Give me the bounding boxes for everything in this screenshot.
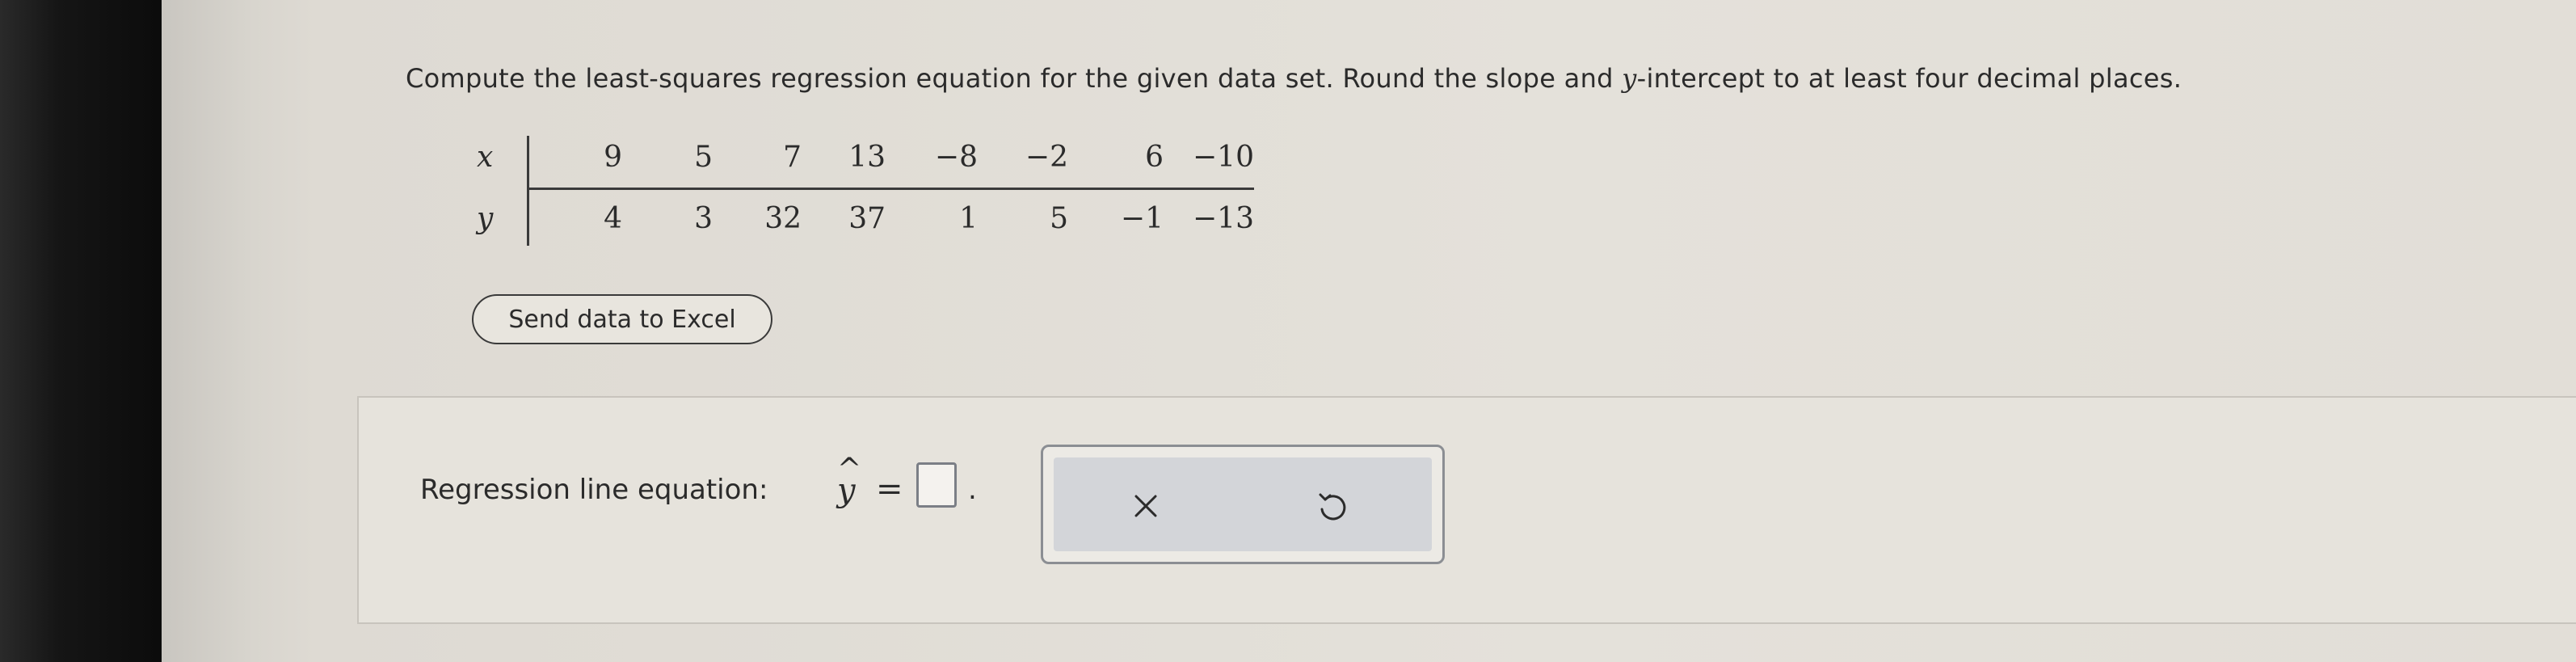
monitor-bezel bbox=[0, 0, 170, 662]
x-value: 5 bbox=[694, 141, 713, 174]
x-value: −8 bbox=[934, 141, 978, 174]
x-value: −2 bbox=[1025, 141, 1068, 174]
answer-actions-bar bbox=[1054, 457, 1432, 551]
y-value: 1 bbox=[959, 202, 978, 235]
close-icon bbox=[1134, 495, 1157, 517]
question-text-part2: -intercept to at least four decimal plac… bbox=[1636, 63, 2182, 94]
undo-icon bbox=[1319, 493, 1346, 521]
x-value: 9 bbox=[604, 141, 622, 174]
y-value: 4 bbox=[604, 202, 622, 235]
table-horizontal-line bbox=[527, 188, 1254, 190]
table-vertical-line bbox=[527, 136, 529, 246]
y-value: 32 bbox=[764, 202, 802, 235]
x-value: 13 bbox=[848, 141, 886, 174]
y-value: −1 bbox=[1120, 202, 1164, 235]
clear-button[interactable] bbox=[1122, 482, 1170, 530]
x-value: −10 bbox=[1193, 141, 1254, 174]
y-value: 3 bbox=[694, 202, 713, 235]
question-text-part1: Compute the least-squares regression equ… bbox=[406, 63, 1623, 94]
y-hat-symbol: ^ y bbox=[831, 453, 863, 509]
send-data-button-label: Send data to Excel bbox=[508, 305, 736, 334]
equals-sign: = bbox=[876, 470, 903, 508]
x-value: 7 bbox=[783, 141, 802, 174]
x-value: 6 bbox=[1145, 141, 1164, 174]
y-hat-variable: y bbox=[837, 472, 856, 509]
row-label-x: x bbox=[477, 141, 494, 174]
y-value: −13 bbox=[1193, 202, 1254, 235]
monitor-edge bbox=[162, 0, 315, 662]
row-label-y: y bbox=[477, 202, 494, 235]
answer-input-box[interactable] bbox=[916, 462, 957, 508]
question-var-y: y bbox=[1622, 63, 1637, 94]
question-text: Compute the least-squares regression equ… bbox=[406, 63, 2182, 94]
equation-period: . bbox=[968, 474, 977, 506]
answer-panel bbox=[357, 396, 2576, 624]
regression-equation-label: Regression line equation: bbox=[420, 474, 768, 506]
y-value: 5 bbox=[1050, 202, 1068, 235]
undo-button[interactable] bbox=[1307, 482, 1356, 530]
send-data-to-excel-button[interactable]: Send data to Excel bbox=[472, 294, 772, 344]
y-value: 37 bbox=[848, 202, 886, 235]
